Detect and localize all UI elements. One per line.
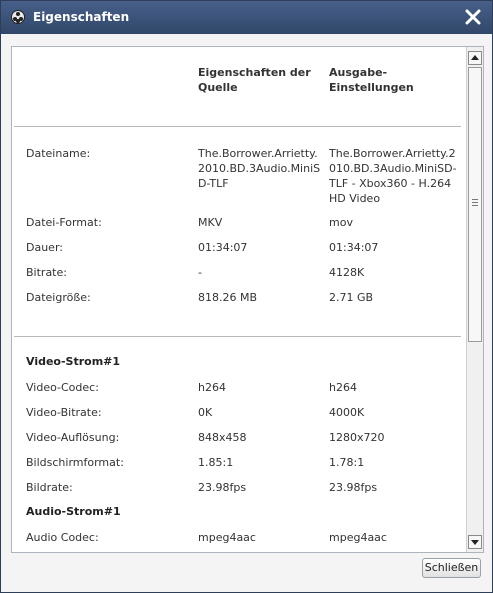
row-label: Dauer: — [26, 241, 63, 254]
arrow-up-icon — [471, 55, 479, 60]
output-value: 23.98fps — [329, 481, 378, 494]
output-value: 4128K — [329, 266, 365, 279]
source-value: 0K — [198, 406, 213, 419]
row-label: Video-Bitrate: — [26, 406, 102, 419]
audio-stream-heading: Audio-Strom#1 — [26, 505, 121, 518]
row-label: Dateigröße: — [26, 291, 91, 304]
properties-panel: Eigenschaften der Quelle Ausgabe-Einstel… — [11, 46, 484, 553]
window-title: Eigenschaften — [33, 10, 130, 24]
row-label: Bitrate: — [26, 266, 67, 279]
scroll-thumb[interactable] — [468, 67, 482, 342]
source-value: 23.98fps — [198, 481, 247, 494]
row-label: Video-Codec: — [26, 381, 99, 394]
row-label: Bildrate: — [26, 481, 73, 494]
title-bar[interactable]: Eigenschaften — [1, 1, 492, 34]
row-label: Datei-Format: — [26, 216, 102, 229]
output-value: 01:34:07 — [329, 241, 379, 254]
divider — [14, 126, 461, 127]
output-value: 1.78:1 — [329, 456, 365, 469]
output-value: 1280x720 — [329, 431, 385, 444]
grip-line — [472, 199, 478, 200]
output-value: h264 — [329, 381, 357, 394]
output-value: 2.71 GB — [329, 291, 374, 304]
output-value: mpeg4aac — [329, 531, 387, 544]
source-value: - — [198, 266, 202, 279]
grip-line — [472, 205, 478, 206]
source-value: 01:34:07 — [198, 241, 248, 254]
source-value: mpeg4aac — [198, 531, 256, 544]
row-label: Bildschirmformat: — [26, 456, 124, 469]
arrow-down-icon — [471, 540, 479, 545]
source-value: 1.85:1 — [198, 456, 234, 469]
scroll-down-button[interactable] — [468, 535, 482, 549]
source-value: MKV — [198, 216, 223, 229]
vertical-scrollbar[interactable] — [466, 47, 483, 552]
film-reel-icon — [11, 10, 25, 24]
properties-window: Eigenschaften Eigenschaften der Quelle A… — [0, 0, 493, 593]
column-header-output: Ausgabe-Einstellungen — [329, 66, 414, 94]
close-button[interactable]: Schließen — [422, 558, 481, 578]
source-value: h264 — [198, 381, 226, 394]
source-value: The.Borrower.Arrietty.2010.BD.3Audio.Min… — [198, 147, 321, 190]
scroll-up-button[interactable] — [468, 51, 482, 65]
output-value: The.Borrower.Arrietty.2010.BD.3Audio.Min… — [329, 147, 457, 205]
close-icon[interactable] — [462, 6, 484, 28]
source-value: 818.26 MB — [198, 291, 258, 304]
output-value: 4000K — [329, 406, 365, 419]
row-label: Audio Codec: — [26, 531, 99, 544]
grip-line — [472, 202, 478, 203]
properties-table: Eigenschaften der Quelle Ausgabe-Einstel… — [12, 47, 464, 552]
row-label: Dateiname: — [26, 147, 91, 160]
output-value: mov — [329, 216, 353, 229]
row-label: Video-Auflösung: — [26, 431, 120, 444]
video-stream-heading: Video-Strom#1 — [26, 355, 121, 368]
source-value: 848x458 — [198, 431, 247, 444]
column-header-source: Eigenschaften der Quelle — [198, 66, 311, 94]
divider — [14, 336, 461, 337]
